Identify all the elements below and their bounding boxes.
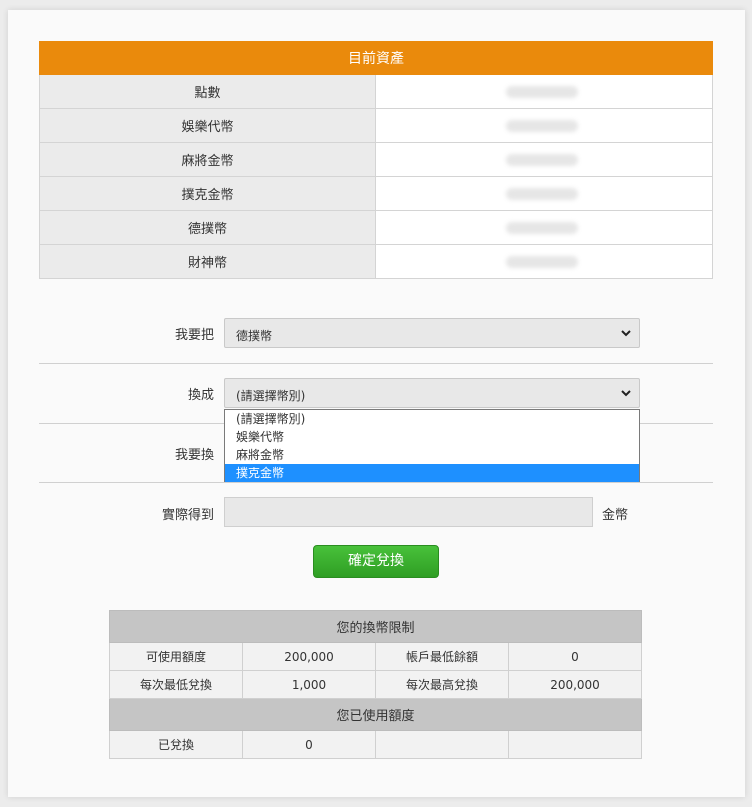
confirm-exchange-button[interactable]: 確定兌換 bbox=[313, 545, 439, 578]
asset-label: 撲克金幣 bbox=[39, 176, 376, 211]
dropdown-option[interactable]: (請選擇幣別) bbox=[225, 410, 639, 428]
limit-cell: 200,000 bbox=[508, 670, 642, 699]
asset-value bbox=[375, 108, 713, 143]
chevron-down-icon bbox=[621, 330, 631, 337]
hidden-value bbox=[506, 221, 578, 234]
used-cell bbox=[508, 730, 642, 759]
amount-label: 我要換 bbox=[174, 448, 214, 463]
asset-label: 點數 bbox=[39, 74, 376, 109]
divider bbox=[39, 363, 713, 364]
divider bbox=[39, 482, 713, 483]
hidden-value bbox=[506, 187, 578, 200]
asset-value bbox=[375, 176, 713, 211]
asset-label: 財神幣 bbox=[39, 244, 376, 279]
limits-table: 您的換幣限制 可使用額度 200,000 帳戶最低餘額 0 每次最低兌換 1,0… bbox=[109, 610, 642, 759]
asset-row: 財神幣 bbox=[39, 244, 713, 279]
chevron-down-icon bbox=[621, 390, 631, 397]
assets-title: 目前資產 bbox=[39, 41, 713, 75]
table-row: 每次最低兌換 1,000 每次最高兌換 200,000 bbox=[109, 670, 642, 699]
asset-label: 麻將金幣 bbox=[39, 142, 376, 177]
limit-cell: 每次最高兌換 bbox=[375, 670, 509, 699]
to-currency-value: (請選擇幣別) bbox=[236, 389, 306, 403]
used-cell: 已兌換 bbox=[109, 730, 243, 759]
hidden-value bbox=[506, 255, 578, 268]
asset-value bbox=[375, 244, 713, 279]
used-cell: 0 bbox=[242, 730, 376, 759]
dropdown-option[interactable]: 麻將金幣 bbox=[225, 446, 639, 464]
asset-value bbox=[375, 210, 713, 245]
asset-row: 德撲幣 bbox=[39, 210, 713, 245]
asset-row: 麻將金幣 bbox=[39, 142, 713, 177]
from-currency-value: 德撲幣 bbox=[236, 329, 273, 343]
asset-value bbox=[375, 74, 713, 109]
dropdown-option[interactable]: 娛樂代幣 bbox=[225, 428, 639, 446]
limit-cell: 每次最低兌換 bbox=[109, 670, 243, 699]
asset-row: 娛樂代幣 bbox=[39, 108, 713, 143]
asset-label: 娛樂代幣 bbox=[39, 108, 376, 143]
used-title: 您已使用額度 bbox=[109, 698, 642, 731]
to-currency-select[interactable]: (請選擇幣別) bbox=[224, 378, 640, 408]
to-label: 換成 bbox=[187, 388, 214, 403]
limit-cell: 200,000 bbox=[242, 642, 376, 671]
from-currency-select[interactable]: 德撲幣 bbox=[224, 318, 640, 348]
hidden-value bbox=[506, 119, 578, 132]
asset-value bbox=[375, 142, 713, 177]
used-cell bbox=[375, 730, 509, 759]
asset-row: 撲克金幣 bbox=[39, 176, 713, 211]
actual-label: 實際得到 bbox=[161, 508, 214, 523]
limit-cell: 帳戶最低餘額 bbox=[375, 642, 509, 671]
from-label: 我要把 bbox=[174, 328, 214, 343]
limit-cell: 1,000 bbox=[242, 670, 376, 699]
asset-label: 德撲幣 bbox=[39, 210, 376, 245]
actual-amount-field bbox=[224, 497, 593, 527]
dropdown-option-selected[interactable]: 撲克金幣 bbox=[225, 464, 639, 482]
asset-row: 點數 bbox=[39, 74, 713, 109]
table-row: 已兌換 0 bbox=[109, 730, 642, 759]
currency-dropdown-list: (請選擇幣別) 娛樂代幣 麻將金幣 撲克金幣 bbox=[224, 409, 640, 482]
hidden-value bbox=[506, 153, 578, 166]
actual-unit: 金幣 bbox=[602, 508, 629, 523]
limits-title: 您的換幣限制 bbox=[109, 610, 642, 643]
hidden-value bbox=[506, 85, 578, 98]
assets-table: 目前資產 點數 娛樂代幣 麻將金幣 撲克金幣 德撲幣 財神幣 bbox=[39, 41, 713, 279]
table-row: 可使用額度 200,000 帳戶最低餘額 0 bbox=[109, 642, 642, 671]
limit-cell: 可使用額度 bbox=[109, 642, 243, 671]
limit-cell: 0 bbox=[508, 642, 642, 671]
